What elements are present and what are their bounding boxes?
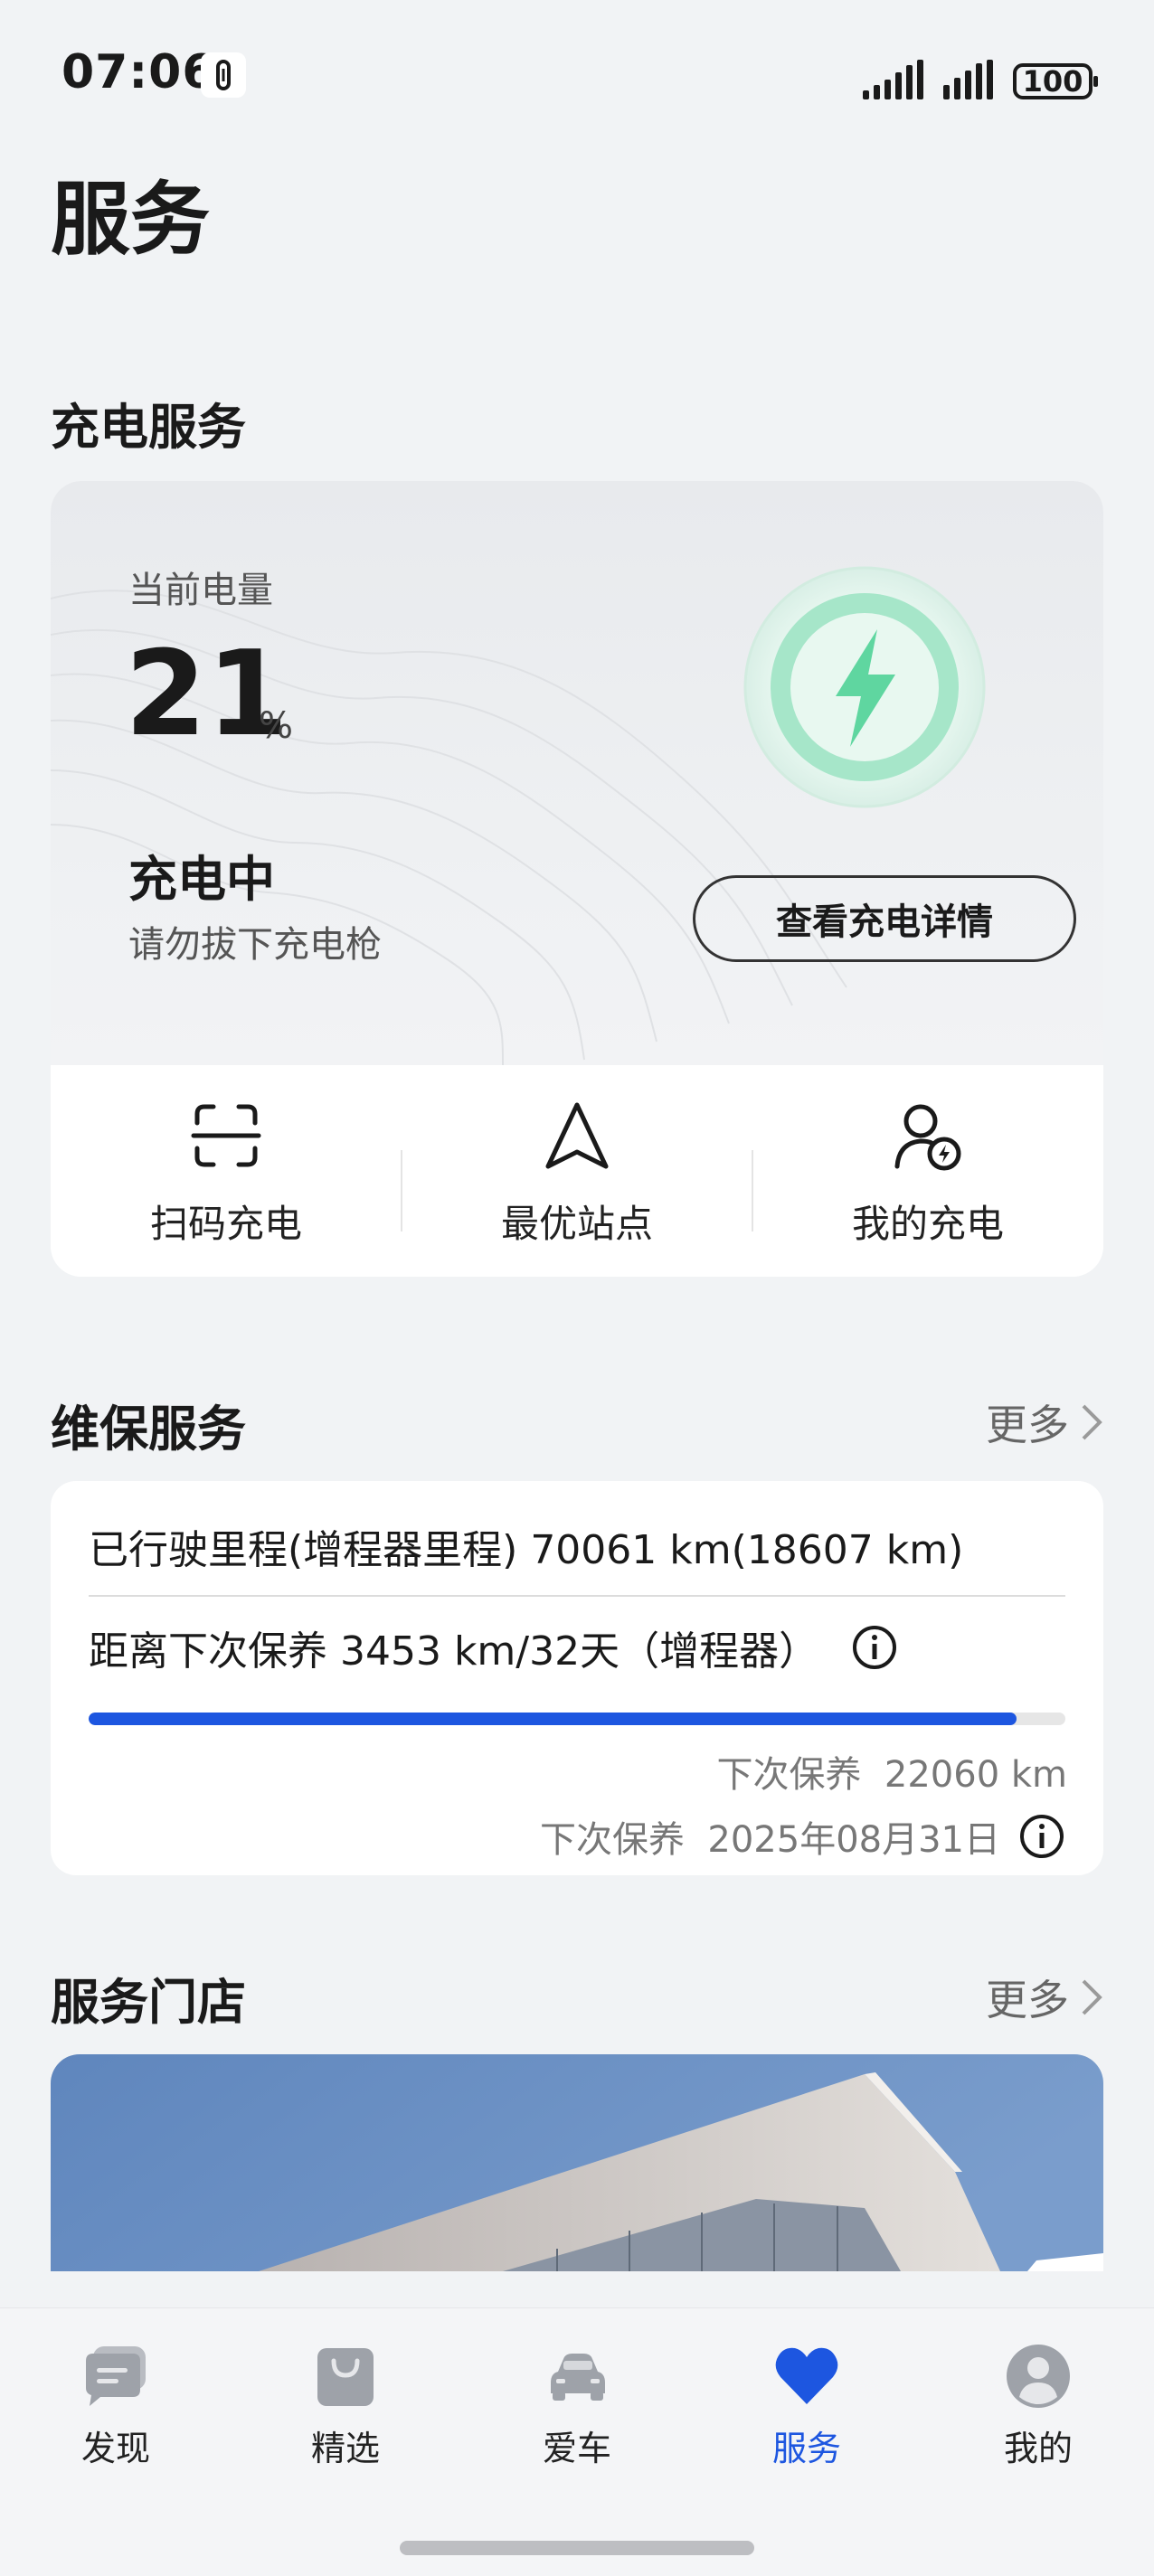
battery-icon: 100 xyxy=(1013,63,1098,99)
chat-icon xyxy=(86,2346,146,2406)
charging-bolt-icon xyxy=(738,561,991,814)
nav-label: 精选 xyxy=(310,2429,380,2468)
maintenance-progress-bar xyxy=(89,1713,1065,1725)
more-label: 更多 xyxy=(986,1976,1069,2024)
quick-action-label: 扫码充电 xyxy=(149,1202,302,1246)
chevron-right-icon xyxy=(1082,1404,1102,1440)
charging-tip: 请勿拔下充电枪 xyxy=(128,924,382,966)
next-maintenance-mileage: 下次保养 22060 km xyxy=(716,1745,1067,1798)
info-icon[interactable] xyxy=(851,1624,898,1671)
car-icon xyxy=(551,2354,605,2401)
scan-icon xyxy=(191,1104,261,1167)
next-maintenance-distance: 距离下次保养 3453 km/32天（增程器） xyxy=(89,1628,819,1675)
view-charging-details-button[interactable]: 查看充电详情 xyxy=(693,875,1076,962)
shopping-bag-icon xyxy=(317,2348,374,2406)
battery-unit: % xyxy=(259,705,294,747)
signal-icon-2 xyxy=(943,60,993,99)
info-icon[interactable] xyxy=(1018,1813,1065,1860)
stores-section-title: 服务门店 xyxy=(51,1974,246,2031)
quick-action-label: 最优站点 xyxy=(500,1202,653,1246)
chevron-right-icon xyxy=(1082,1979,1102,2015)
quick-actions-row: 扫码充电 最优站点 我的充电 xyxy=(51,1065,1103,1277)
bottom-navigation: 发现 精选 爱车 服务 我的 xyxy=(0,2307,1154,2576)
more-label: 更多 xyxy=(986,1401,1069,1449)
battery-label: 当前电量 xyxy=(128,570,273,611)
signal-icon xyxy=(863,60,923,99)
mileage-text: 已行驶里程(增程器里程) 70061 km(18607 km) xyxy=(89,1527,964,1573)
quick-action-best-station[interactable]: 最优站点 xyxy=(402,1065,752,1277)
nav-item-profile[interactable]: 我的 xyxy=(966,2341,1111,2470)
divider xyxy=(89,1595,1065,1597)
profile-icon xyxy=(1007,2345,1070,2408)
nav-item-service[interactable]: 服务 xyxy=(734,2341,879,2470)
status-icons: 100 xyxy=(863,52,1098,99)
next-maintenance-row: 距离下次保养 3453 km/32天（增程器） xyxy=(89,1618,898,1676)
next-maintenance-mileage-value: 22060 km xyxy=(884,1754,1067,1796)
charging-status-panel: 当前电量 21 % 充电中 请勿拔下充电枪 查看充电详情 xyxy=(51,481,1103,1065)
charging-card: 当前电量 21 % 充电中 请勿拔下充电枪 查看充电详情 扫码充电 最优站点 我… xyxy=(51,481,1103,1277)
nav-item-selected[interactable]: 精选 xyxy=(273,2341,418,2470)
home-indicator[interactable] xyxy=(400,2541,754,2555)
store-photo[interactable] xyxy=(51,2054,1103,2271)
quick-action-my-charging[interactable]: 我的充电 xyxy=(752,1065,1103,1277)
notification-icon xyxy=(201,52,246,98)
next-maintenance-label: 下次保养 xyxy=(539,1819,685,1861)
status-time: 07:06 xyxy=(61,45,216,99)
nav-item-car[interactable]: 爱车 xyxy=(505,2341,649,2470)
maintenance-section-title: 维保服务 xyxy=(51,1401,246,1458)
nav-item-discover[interactable]: 发现 xyxy=(43,2341,188,2470)
page-title: 服务 xyxy=(51,173,211,266)
charging-status: 充电中 xyxy=(128,851,275,908)
maintenance-more-link[interactable]: 更多 xyxy=(986,1392,1103,1452)
nav-label: 发现 xyxy=(80,2429,150,2468)
quick-action-label: 我的充电 xyxy=(851,1202,1004,1246)
next-maintenance-label: 下次保养 xyxy=(716,1754,862,1796)
nav-label: 我的 xyxy=(1003,2429,1073,2468)
stores-more-link[interactable]: 更多 xyxy=(986,1967,1103,2027)
maintenance-card[interactable]: 已行驶里程(增程器里程) 70061 km(18607 km) 距离下次保养 3… xyxy=(51,1481,1103,1875)
user-charge-icon xyxy=(894,1104,961,1171)
next-maintenance-date-value: 2025年08月31日 xyxy=(707,1819,1000,1861)
charging-section-title: 充电服务 xyxy=(51,399,246,456)
heart-icon xyxy=(775,2347,838,2404)
nav-label: 爱车 xyxy=(542,2429,611,2468)
quick-action-scan-charge[interactable]: 扫码充电 xyxy=(51,1065,402,1277)
nav-label: 服务 xyxy=(771,2429,841,2468)
next-maintenance-date: 下次保养 2025年08月31日 xyxy=(540,1810,1065,1863)
navigation-icon xyxy=(545,1102,609,1169)
maintenance-progress-fill xyxy=(89,1713,1017,1725)
